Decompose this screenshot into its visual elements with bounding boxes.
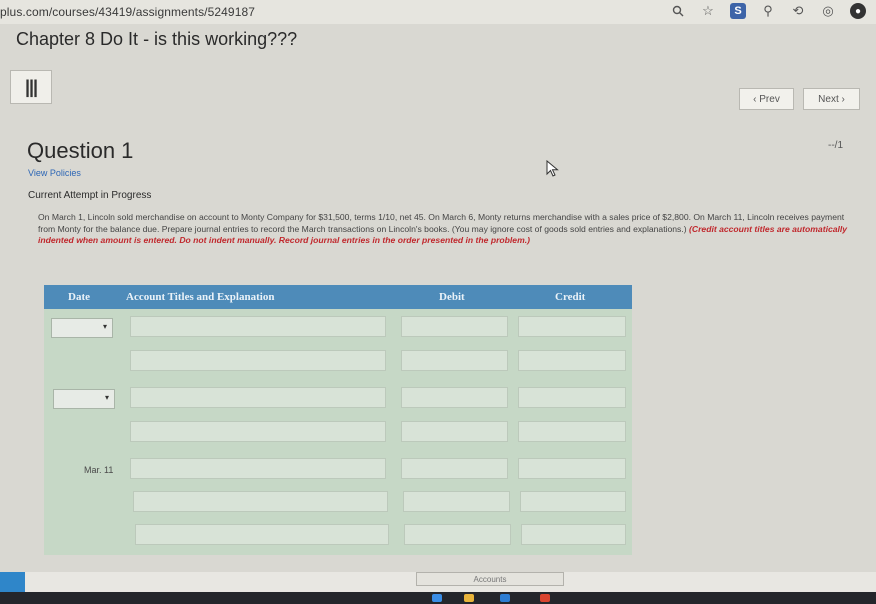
header-credit: Credit [555, 291, 586, 303]
account-input[interactable] [130, 387, 386, 408]
store-taskbar-icon[interactable] [500, 594, 510, 602]
prev-button[interactable]: ‹ Prev [739, 88, 794, 110]
refresh-extension-icon[interactable]: ⟲ [790, 3, 806, 19]
date-select-1[interactable] [51, 318, 113, 338]
record-icon[interactable]: ◎ [820, 3, 836, 19]
date-select-2[interactable] [53, 389, 115, 409]
star-icon[interactable]: ☆ [700, 3, 716, 19]
blue-side-tab[interactable] [0, 572, 25, 592]
credit-input[interactable] [521, 524, 626, 545]
table-header: Date Account Titles and Explanation Debi… [44, 285, 632, 309]
credit-input[interactable] [518, 316, 626, 337]
url-text[interactable]: plus.com/courses/43419/assignments/52491… [0, 5, 255, 19]
debit-input[interactable] [401, 316, 508, 337]
date-label-mar-11: Mar. 11 [84, 465, 114, 475]
mouse-cursor-icon [546, 160, 559, 177]
folder-taskbar-icon[interactable] [464, 594, 474, 602]
account-input[interactable] [130, 316, 386, 337]
header-debit: Debit [439, 291, 465, 303]
header-account: Account Titles and Explanation [126, 291, 275, 303]
debit-input[interactable] [404, 524, 511, 545]
header-date: Date [68, 291, 90, 303]
account-input[interactable] [135, 524, 389, 545]
credit-input[interactable] [518, 458, 626, 479]
journal-entry-table: Date Account Titles and Explanation Debi… [44, 285, 632, 555]
question-score: --/1 [828, 140, 843, 151]
account-input[interactable] [130, 421, 386, 442]
problem-text: On March 1, Lincoln sold merchandise on … [38, 212, 850, 247]
credit-input[interactable] [518, 350, 626, 371]
next-button[interactable]: Next › [803, 88, 860, 110]
debit-input[interactable] [401, 421, 508, 442]
account-input[interactable] [133, 491, 388, 512]
browser-address-bar[interactable]: plus.com/courses/43419/assignments/52491… [0, 0, 876, 24]
extension-icon[interactable]: ⚲ [760, 3, 776, 19]
profile-icon[interactable]: ● [850, 3, 866, 19]
question-title: Question 1 [27, 138, 134, 163]
page-title: Chapter 8 Do It - is this working??? [16, 29, 298, 49]
debit-input[interactable] [401, 387, 508, 408]
chrome-taskbar-icon[interactable] [540, 594, 550, 602]
credit-input[interactable] [520, 491, 626, 512]
hamburger-icon: ||| [24, 76, 38, 97]
search-icon[interactable] [670, 3, 686, 19]
s-extension-icon[interactable]: S [730, 3, 746, 19]
attempt-status: Current Attempt in Progress [28, 190, 152, 201]
accounts-button[interactable]: Accounts [416, 572, 564, 586]
browser-taskbar-icon[interactable] [432, 594, 442, 602]
debit-input[interactable] [401, 458, 508, 479]
account-input[interactable] [130, 350, 386, 371]
credit-input[interactable] [518, 421, 626, 442]
view-policies-link[interactable]: View Policies [28, 168, 81, 178]
account-input[interactable] [130, 458, 386, 479]
debit-input[interactable] [403, 491, 510, 512]
credit-input[interactable] [518, 387, 626, 408]
menu-button[interactable]: ||| [10, 70, 52, 104]
debit-input[interactable] [401, 350, 508, 371]
